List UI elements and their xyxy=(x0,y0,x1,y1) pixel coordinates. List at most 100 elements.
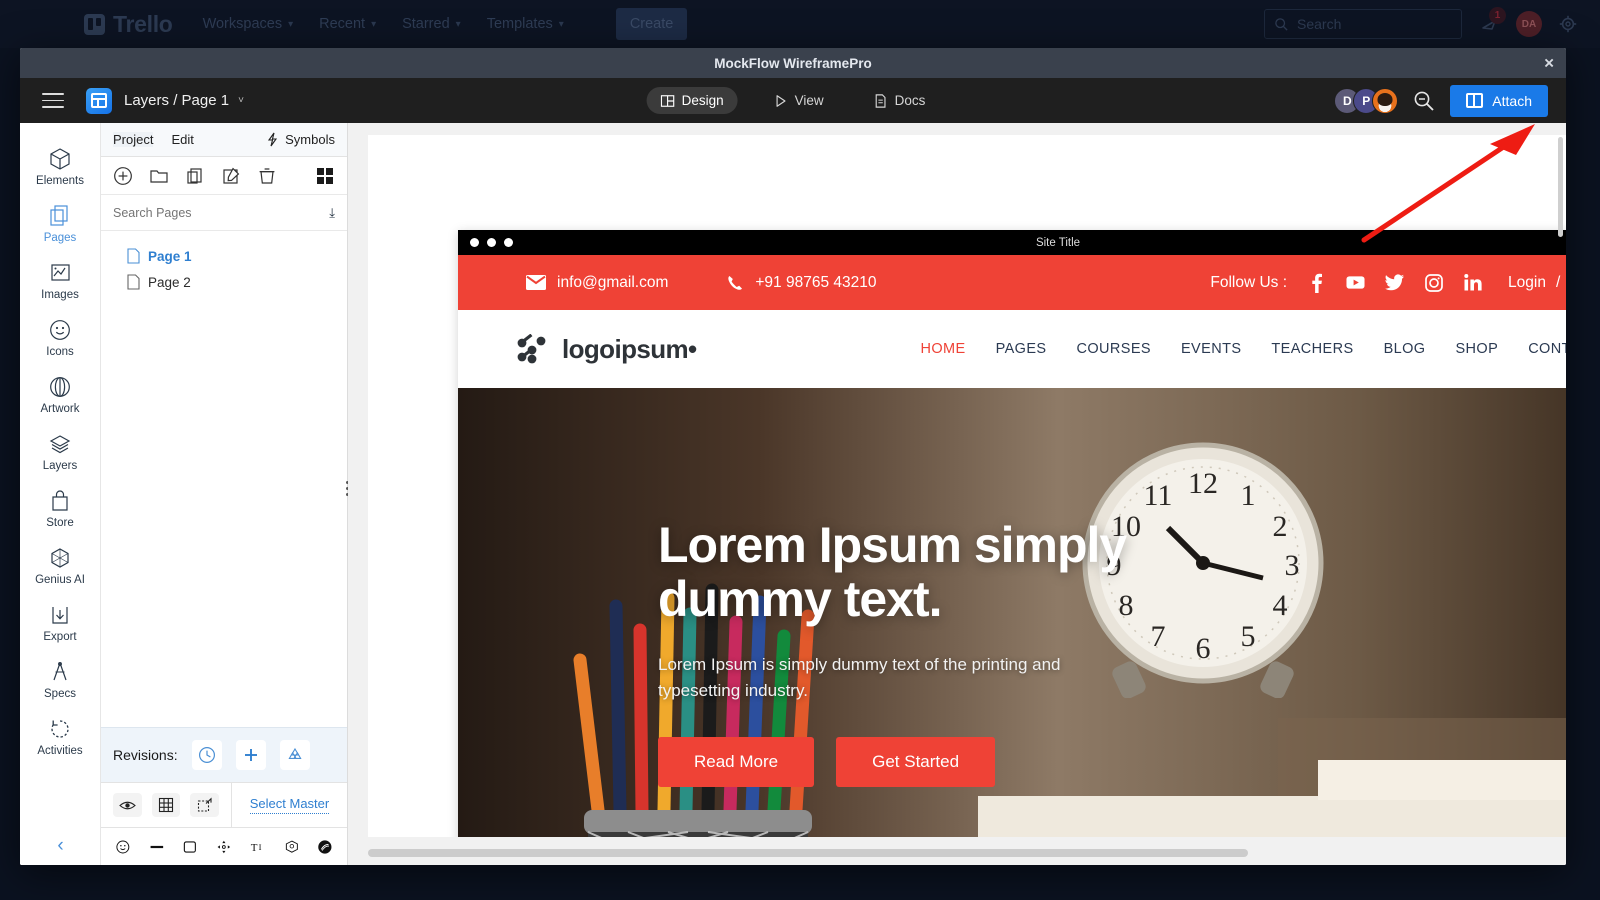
delete-icon[interactable] xyxy=(257,166,277,186)
pages-panel: Project Edit Symbols ⤓ xyxy=(101,123,349,865)
grid-view-icon[interactable] xyxy=(315,166,335,186)
sidebar-item-images[interactable]: Images xyxy=(20,251,101,308)
compass-icon xyxy=(20,659,101,685)
avatar-photo[interactable] xyxy=(1372,87,1399,114)
notification-badge: 1 xyxy=(1489,7,1506,24)
read-more-button[interactable]: Read More xyxy=(658,736,815,787)
canvas-vertical-scrollbar[interactable] xyxy=(1558,137,1563,237)
sidebar-item-artwork[interactable]: Artwork xyxy=(20,365,101,422)
smiley-icon[interactable] xyxy=(115,837,131,857)
list-item[interactable]: Page 1 xyxy=(101,243,347,269)
trello-nav-starred[interactable]: Starred ▾ xyxy=(402,16,461,32)
bag-icon xyxy=(20,488,101,514)
menu-item-contact[interactable]: CONTACT xyxy=(1528,341,1566,357)
sidebar-item-store[interactable]: Store xyxy=(20,479,101,536)
sidebar-item-layers[interactable]: Layers xyxy=(20,422,101,479)
trello-logo[interactable]: Trello xyxy=(84,11,173,38)
canvas-sheet: Site Title info@gmail.com +91 98765 4321… xyxy=(368,135,1566,837)
eye-toggle-button[interactable] xyxy=(113,793,142,817)
menu-item-events[interactable]: EVENTS xyxy=(1181,341,1241,357)
tab-project[interactable]: Project xyxy=(113,132,154,147)
browser-chrome: Site Title xyxy=(458,230,1566,255)
folder-icon[interactable] xyxy=(149,166,169,186)
trello-nav-templates-label: Templates xyxy=(486,16,553,32)
collapse-rail-button[interactable]: ‹ xyxy=(20,835,101,857)
logo-dot: • xyxy=(688,333,697,364)
get-started-button[interactable]: Get Started xyxy=(836,736,996,787)
youtube-icon[interactable] xyxy=(1346,273,1365,292)
tab-view[interactable]: View xyxy=(760,87,838,114)
attach-button[interactable]: Attach xyxy=(1450,84,1548,117)
move-icon[interactable] xyxy=(216,837,232,857)
facebook-icon[interactable] xyxy=(1307,273,1326,293)
hamburger-menu-icon[interactable] xyxy=(42,88,64,113)
notifications-button[interactable]: 1 xyxy=(1478,7,1506,35)
grid-toggle-button[interactable] xyxy=(151,793,181,817)
rounded-rect-icon[interactable] xyxy=(182,837,198,857)
document-icon xyxy=(127,248,140,264)
site-topbar: info@gmail.com +91 98765 43210 Follow Us… xyxy=(458,255,1566,310)
zoom-out-icon[interactable] xyxy=(1412,89,1436,113)
chevron-down-icon[interactable]: ˅ xyxy=(238,95,244,106)
list-item[interactable]: Page 2 xyxy=(101,269,347,295)
trello-nav-templates[interactable]: Templates ▾ xyxy=(487,16,564,32)
phone-contact[interactable]: +91 98765 43210 xyxy=(726,274,876,292)
rename-icon[interactable] xyxy=(221,166,241,186)
menu-item-teachers[interactable]: TEACHERS xyxy=(1271,341,1353,357)
revision-history-button[interactable] xyxy=(191,740,222,770)
menu-item-courses[interactable]: COURSES xyxy=(1076,341,1151,357)
trello-brand-label: Trello xyxy=(113,10,173,37)
sidebar-item-icons[interactable]: Icons xyxy=(20,308,101,365)
sidebar-item-export-label: Export xyxy=(43,631,77,643)
chevron-double-down-icon[interactable]: ⤓ xyxy=(329,205,335,221)
ink-icon[interactable] xyxy=(317,837,333,857)
tab-edit[interactable]: Edit xyxy=(171,132,193,147)
smiley-icon xyxy=(20,317,101,343)
menu-item-pages[interactable]: PAGES xyxy=(996,341,1047,357)
sidebar-item-genius-ai[interactable]: Genius AI xyxy=(20,536,101,593)
linkedin-icon[interactable] xyxy=(1463,273,1482,292)
cube-icon xyxy=(20,146,101,172)
sidebar-item-elements[interactable]: Elements xyxy=(20,137,101,194)
instagram-icon[interactable] xyxy=(1424,273,1443,292)
trello-nav-recent[interactable]: Recent ▾ xyxy=(319,16,376,32)
avatar[interactable]: DA xyxy=(1516,11,1542,37)
create-button[interactable]: Create xyxy=(615,8,688,40)
menu-item-shop[interactable]: SHOP xyxy=(1455,341,1498,357)
sidebar-item-export[interactable]: Export xyxy=(20,593,101,650)
trello-nav-workspaces[interactable]: Workspaces ▾ xyxy=(203,16,294,32)
app-body: Elements Pages Images Icons Artwork Laye… xyxy=(20,123,1566,865)
layout-icon xyxy=(660,94,675,107)
recycle-button[interactable] xyxy=(279,740,310,770)
site-logo[interactable]: logoipsum• xyxy=(516,334,697,365)
search-pages-input[interactable] xyxy=(113,205,330,220)
menu-item-blog[interactable]: BLOG xyxy=(1384,341,1426,357)
menu-item-home[interactable]: HOME xyxy=(920,341,965,357)
select-master-link[interactable]: Select Master xyxy=(249,796,330,814)
design-canvas[interactable]: Site Title info@gmail.com +91 98765 4321… xyxy=(348,123,1566,865)
box-3d-icon[interactable] xyxy=(284,837,300,857)
tab-design[interactable]: Design xyxy=(646,87,738,114)
project-icon[interactable] xyxy=(86,87,112,114)
close-icon[interactable]: × xyxy=(1544,55,1554,72)
tab-docs[interactable]: Docs xyxy=(860,87,940,114)
sidebar-item-activities[interactable]: Activities xyxy=(20,707,101,764)
resize-canvas-button[interactable] xyxy=(190,793,220,817)
website-mockup: Site Title info@gmail.com +91 98765 4321… xyxy=(458,230,1566,837)
duplicate-icon[interactable] xyxy=(185,166,205,186)
login-link[interactable]: Login xyxy=(1508,274,1546,292)
trello-search-box[interactable]: Search xyxy=(1264,9,1462,39)
artwork-icon xyxy=(20,374,101,400)
sidebar-item-store-label: Store xyxy=(46,517,74,529)
canvas-horizontal-scrollbar[interactable] xyxy=(368,849,1248,857)
add-page-icon[interactable] xyxy=(113,166,133,186)
sidebar-item-pages[interactable]: Pages xyxy=(20,194,101,251)
sidebar-item-specs[interactable]: Specs xyxy=(20,650,101,707)
add-revision-button[interactable] xyxy=(235,740,266,770)
text-icon[interactable]: TI xyxy=(250,837,266,857)
twitter-icon[interactable] xyxy=(1385,273,1405,292)
email-contact[interactable]: info@gmail.com xyxy=(526,274,668,292)
line-icon[interactable] xyxy=(149,837,165,857)
gear-icon[interactable] xyxy=(1558,14,1578,34)
symbols-button[interactable]: Symbols xyxy=(266,132,335,147)
